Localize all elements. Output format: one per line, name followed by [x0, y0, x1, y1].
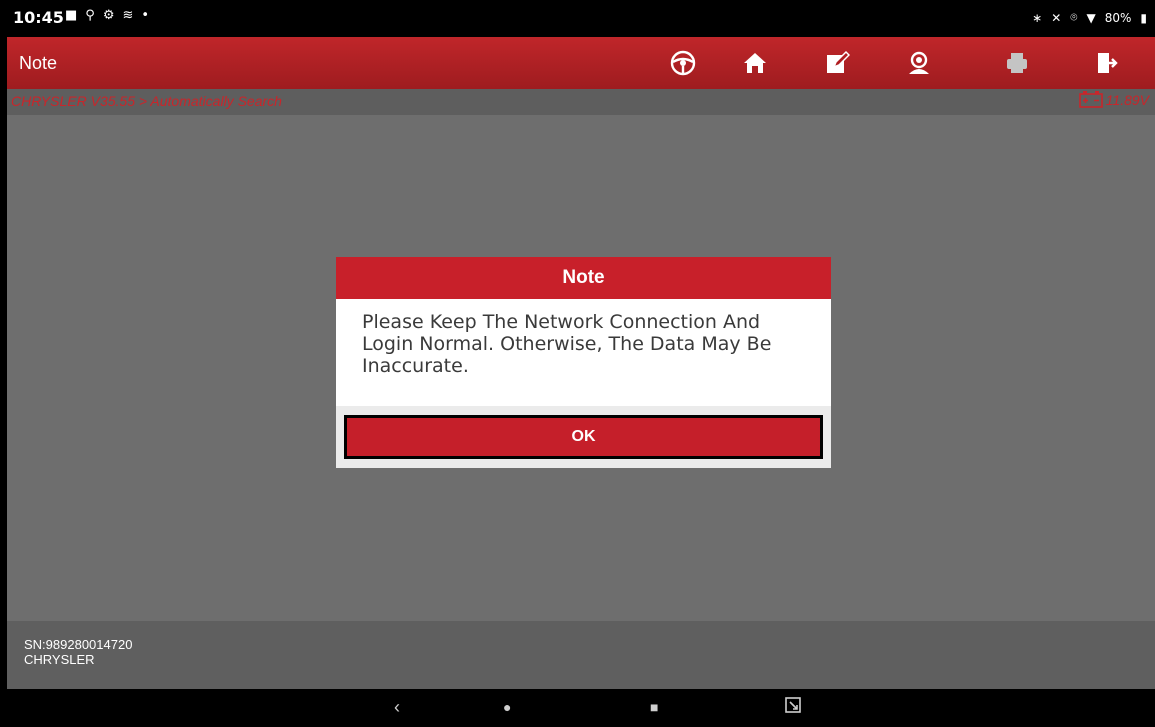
image-icon: ■: [65, 8, 78, 23]
ok-button-label: OK: [571, 428, 596, 445]
wifi-small-icon: ≋: [122, 8, 134, 23]
dialog-button-area: OK: [336, 406, 831, 468]
print-icon[interactable]: [983, 37, 1051, 89]
bluetooth-icon: ∗: [1032, 10, 1043, 25]
footer-info: SN:989280014720 CHRYSLER: [7, 621, 1155, 689]
page-title: Note: [19, 53, 58, 73]
screenshot-icon: [785, 697, 801, 713]
dialog-title: Note: [336, 257, 831, 299]
recents-button[interactable]: ■: [650, 699, 658, 715]
voltage-indicator: 11.89V: [1078, 91, 1149, 108]
exit-icon[interactable]: [1073, 37, 1141, 89]
note-dialog: Note Please Keep The Network Connection …: [336, 257, 831, 468]
status-left-icons: ■ ⚲ ⚙ ≋ •: [65, 8, 149, 23]
ok-button[interactable]: OK: [344, 415, 823, 459]
vehicle-info: SN:989280014720 CHRYSLER: [24, 637, 132, 667]
location-icon: ⌾: [1070, 10, 1078, 24]
battery-icon: ▮: [1140, 10, 1147, 25]
battery-percent: 80%: [1104, 10, 1132, 25]
status-bar: 10:45 ■ ⚲ ⚙ ≋ • ∗ ✕ ⌾ ▼ 80% ▮: [7, 0, 1155, 37]
steering-wheel-icon[interactable]: [649, 37, 717, 89]
title-bar: Note: [7, 37, 1155, 89]
status-time: 10:45: [13, 8, 64, 27]
edit-icon[interactable]: [803, 37, 871, 89]
status-right-icons: ∗ ✕ ⌾ ▼ 80% ▮: [1032, 10, 1147, 25]
wifi-icon: ▼: [1086, 10, 1096, 25]
system-nav-bar: ‹ ● ■: [7, 689, 1155, 727]
serial-number: SN:989280014720: [24, 637, 133, 652]
app-frame: 10:45 ■ ⚲ ⚙ ≋ • ∗ ✕ ⌾ ▼ 80% ▮ Note CHRYS…: [7, 0, 1155, 727]
settings-icon: ⚙: [102, 8, 115, 23]
home-button[interactable]: ●: [503, 699, 511, 715]
mute-icon: ✕: [1051, 10, 1062, 25]
screenshot-button[interactable]: [785, 697, 801, 718]
back-button[interactable]: ‹: [394, 697, 400, 718]
dot-icon: •: [141, 8, 150, 23]
battery-voltage-icon: [1078, 91, 1103, 108]
vehicle-make: CHRYSLER: [24, 652, 95, 667]
home-icon[interactable]: [721, 37, 789, 89]
usb-icon: ⚲: [85, 8, 95, 23]
breadcrumb-bar: CHRYSLER V35.55 > Automatically Search 1…: [7, 89, 1155, 115]
breadcrumb: CHRYSLER V35.55 > Automatically Search: [11, 93, 282, 109]
dialog-message: Please Keep The Network Connection And L…: [362, 311, 772, 377]
voltage-value: 11.89V: [1105, 91, 1149, 108]
support-agent-icon[interactable]: [885, 37, 953, 89]
